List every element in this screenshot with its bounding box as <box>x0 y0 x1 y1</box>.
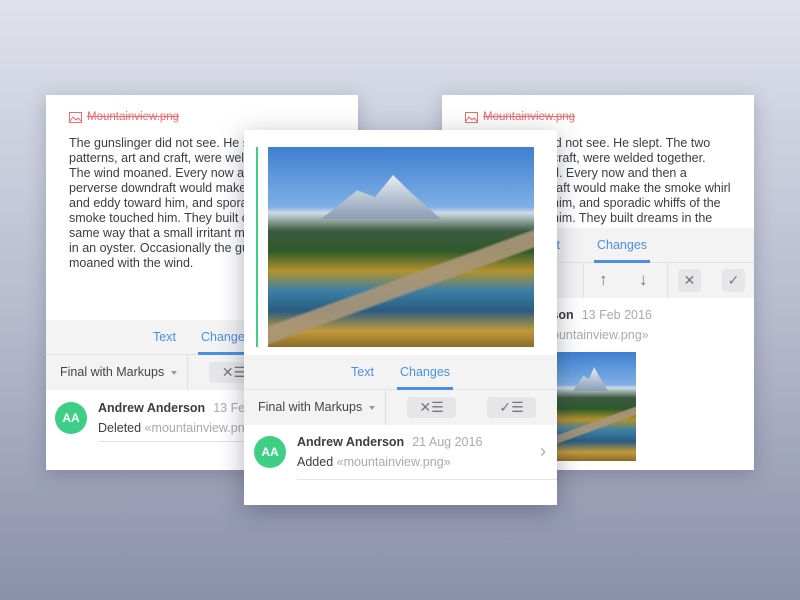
caret-down-icon <box>171 370 178 375</box>
change-date: 21 Aug 2016 <box>412 435 483 449</box>
image-icon <box>465 111 478 123</box>
tab-changes[interactable]: Changes <box>397 355 454 390</box>
thumbnail-image <box>557 352 636 461</box>
change-description: ountainview.png» <box>552 328 649 342</box>
document-text: The gunslinger did not see. He s patterns… <box>69 136 249 270</box>
deleted-file-link[interactable]: Mountainview.png <box>69 111 179 123</box>
reject-all-button[interactable]: ✕☰ <box>407 397 456 418</box>
chevron-right-icon[interactable]: › <box>540 441 546 462</box>
changes-toolbar: Final with Markups ✕☰ ✓☰ <box>244 390 557 425</box>
change-author: Andrew Anderson 13 Feb <box>98 401 253 415</box>
image-icon <box>69 111 82 123</box>
avatar: AA <box>55 402 87 434</box>
document-text: id not see. He slept. The two craft, were… <box>552 136 731 225</box>
previous-change-icon[interactable]: ↑ <box>599 270 608 290</box>
added-marker <box>256 147 258 347</box>
middle-document-panel: Text Changes Final with Markups ✕☰ ✓☰ AA… <box>244 130 557 505</box>
avatar: AA <box>254 436 286 468</box>
change-description: Deleted «mountainview.pn <box>98 421 245 435</box>
view-mode-dropdown[interactable]: Final with Markups <box>258 390 376 425</box>
reject-button[interactable]: ✕ <box>678 269 701 292</box>
change-date: 13 Feb 2016 <box>581 308 652 322</box>
mountain-image[interactable] <box>268 147 534 347</box>
change-author: Andrew Anderson 21 Aug 2016 <box>297 435 483 449</box>
next-change-icon[interactable]: ↓ <box>639 270 648 290</box>
tab-text[interactable]: Text <box>153 320 176 355</box>
file-name: Mountainview.png <box>87 111 180 123</box>
accept-all-button[interactable]: ✓☰ <box>487 397 536 418</box>
view-mode-dropdown[interactable]: Final with Markups <box>60 355 178 390</box>
accept-button[interactable]: ✓ <box>722 269 745 292</box>
tab-bar: Text Changes <box>244 355 557 390</box>
deleted-file-link[interactable]: Mountainview.png <box>465 111 575 123</box>
caret-down-icon <box>369 405 376 410</box>
change-description: Added «mountainview.png» <box>297 455 451 469</box>
tab-changes[interactable]: Changes <box>594 228 651 263</box>
tab-text[interactable]: Text <box>351 355 374 390</box>
